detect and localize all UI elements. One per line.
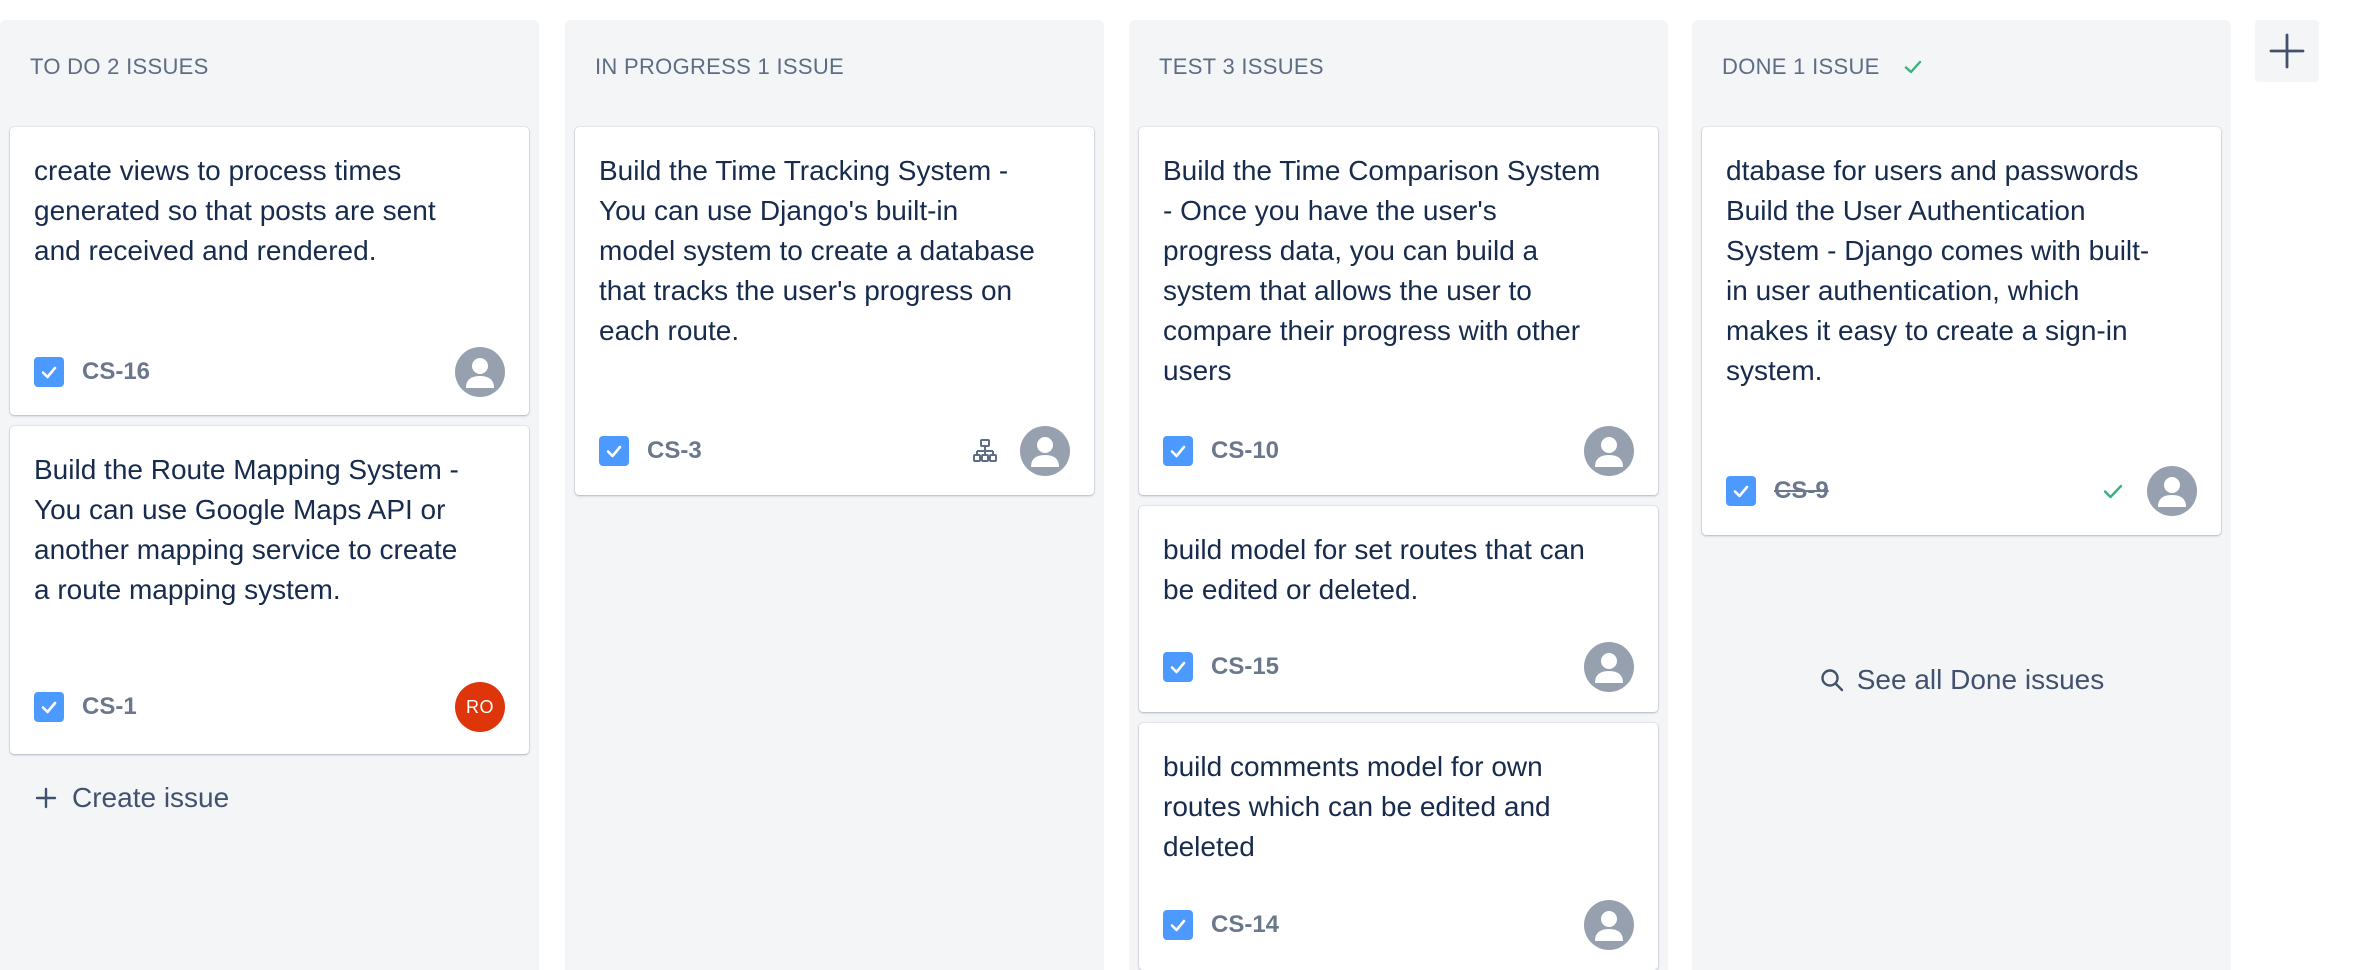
column-header-in-progress: IN PROGRESS 1 ISSUE [595, 54, 844, 80]
issue-card-cs-3[interactable]: Build the Time Tracking System - You can… [575, 127, 1094, 495]
board: TO DO 2 ISSUES create views to process t… [0, 0, 2378, 970]
issue-summary: Build the Time Comparison System - Once … [1163, 155, 1601, 386]
create-issue-button[interactable]: Create issue [34, 782, 229, 814]
issue-summary: Build the Time Tracking System - You can… [599, 155, 1035, 346]
issue-summary: create views to process times generated … [34, 155, 436, 266]
column-in-progress: IN PROGRESS 1 ISSUE Build the Time Track… [565, 20, 1104, 970]
card-footer: CS-3 [599, 426, 1070, 476]
card-footer: CS-16 [34, 347, 505, 397]
column-todo: TO DO 2 ISSUES create views to process t… [0, 20, 539, 970]
create-issue-label: Create issue [72, 782, 230, 813]
issue-summary: dtabase for users and passwords Build th… [1726, 155, 2150, 386]
column-header-todo: TO DO 2 ISSUES [30, 54, 209, 80]
issue-key[interactable]: CS-15 [1211, 653, 1279, 681]
user-avatar-icon[interactable] [1584, 642, 1634, 692]
issue-card-cs-9[interactable]: dtabase for users and passwords Build th… [1702, 127, 2221, 535]
check-icon [2103, 484, 2123, 499]
issue-summary: Build the Route Mapping System - You can… [34, 454, 459, 605]
user-avatar-icon[interactable] [1020, 426, 1070, 476]
column-done: DONE 1 ISSUE dtabase for users and passw… [1692, 20, 2231, 970]
see-all-label: See all Done issues [1856, 664, 2105, 695]
card-footer: CS-1 RO [34, 682, 505, 732]
card-footer: CS-14 [1163, 900, 1634, 950]
issue-key[interactable]: CS-10 [1211, 437, 1279, 465]
user-avatar-icon[interactable] [1584, 426, 1634, 476]
column-title: IN PROGRESS 1 ISSUE [595, 54, 844, 79]
assignee-avatar[interactable]: RO [455, 682, 505, 732]
plus-icon [35, 787, 57, 809]
issue-card-cs-15[interactable]: build model for set routes that can be e… [1139, 506, 1658, 712]
child-issues-icon[interactable] [972, 438, 998, 464]
column-header-test: TEST 3 ISSUES [1159, 54, 1324, 80]
column-title: TEST 3 ISSUES [1159, 54, 1324, 79]
issue-key[interactable]: CS-1 [82, 693, 137, 721]
user-avatar-icon[interactable] [455, 347, 505, 397]
checkbox-icon [34, 692, 64, 722]
see-all-done-issues-link[interactable]: See all Done issues [1692, 664, 2231, 696]
check-icon [1904, 60, 1921, 74]
add-column-button[interactable] [2255, 20, 2319, 82]
plus-icon [2269, 33, 2305, 69]
card-footer: CS-9 [1726, 466, 2197, 516]
column-header-done: DONE 1 ISSUE [1722, 54, 1924, 80]
card-footer: CS-15 [1163, 642, 1634, 692]
checkbox-icon [1163, 436, 1193, 466]
search-icon [1821, 669, 1843, 692]
column-title: DONE 1 ISSUE [1722, 54, 1880, 79]
checkbox-icon [599, 436, 629, 466]
issue-key[interactable]: CS-9 [1774, 477, 1829, 505]
checkbox-icon [1726, 476, 1756, 506]
issue-summary: build comments model for own routes whic… [1163, 751, 1551, 862]
issue-card-cs-16[interactable]: create views to process times generated … [10, 127, 529, 415]
user-avatar-icon[interactable] [1584, 900, 1634, 950]
issue-key[interactable]: CS-16 [82, 358, 150, 386]
column-title: TO DO 2 ISSUES [30, 54, 209, 79]
issue-card-cs-1[interactable]: Build the Route Mapping System - You can… [10, 426, 529, 754]
issue-card-cs-14[interactable]: build comments model for own routes whic… [1139, 723, 1658, 970]
checkbox-icon [34, 357, 64, 387]
issue-card-cs-10[interactable]: Build the Time Comparison System - Once … [1139, 127, 1658, 495]
card-footer: CS-10 [1163, 426, 1634, 476]
user-avatar-icon[interactable] [2147, 466, 2197, 516]
column-test: TEST 3 ISSUES Build the Time Comparison … [1129, 20, 1668, 970]
checkbox-icon [1163, 652, 1193, 682]
issue-key[interactable]: CS-14 [1211, 911, 1279, 939]
issue-summary: build model for set routes that can be e… [1163, 534, 1585, 605]
issue-key[interactable]: CS-3 [647, 437, 702, 465]
checkbox-icon [1163, 910, 1193, 940]
